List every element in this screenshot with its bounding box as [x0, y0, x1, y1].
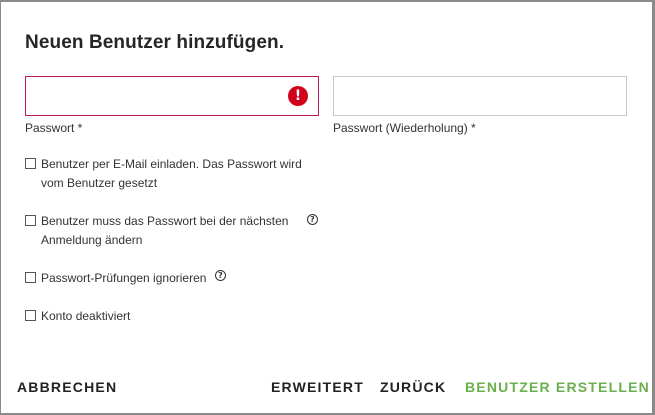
- checkbox-ignore-password-checks[interactable]: [25, 272, 36, 283]
- cancel-button[interactable]: ABBRECHEN: [17, 379, 117, 395]
- create-user-button[interactable]: BENUTZER ERSTELLEN: [465, 379, 650, 395]
- option-invite-label: Benutzer per E-Mail einladen. Das Passwo…: [41, 157, 302, 190]
- add-user-dialog: Neuen Benutzer hinzufügen. ! Passwort * …: [1, 2, 652, 413]
- checkbox-invite-by-email[interactable]: [25, 158, 36, 169]
- back-button[interactable]: ZURÜCK: [380, 379, 446, 395]
- advanced-button[interactable]: ERWEITERT: [271, 379, 364, 395]
- checkbox-change-password[interactable]: [25, 215, 36, 226]
- password-repeat-label: Passwort (Wiederholung) *: [333, 121, 476, 135]
- help-icon[interactable]: ?: [215, 270, 226, 281]
- help-icon[interactable]: ?: [307, 214, 318, 225]
- password-input[interactable]: [26, 77, 318, 115]
- option-account-disabled-label: Konto deaktiviert: [41, 309, 131, 323]
- checkbox-account-disabled[interactable]: [25, 310, 36, 321]
- password-repeat-input[interactable]: [334, 77, 626, 115]
- password-repeat-field[interactable]: [333, 76, 627, 116]
- password-label: Passwort *: [25, 121, 83, 135]
- dialog-title: Neuen Benutzer hinzufügen.: [25, 32, 285, 53]
- option-change-password-label: Benutzer muss das Passwort bei der nächs…: [41, 214, 289, 247]
- option-ignore-checks-label: Passwort-Prüfungen ignorieren: [41, 271, 207, 285]
- error-icon: !: [288, 86, 308, 106]
- password-field[interactable]: !: [25, 76, 319, 116]
